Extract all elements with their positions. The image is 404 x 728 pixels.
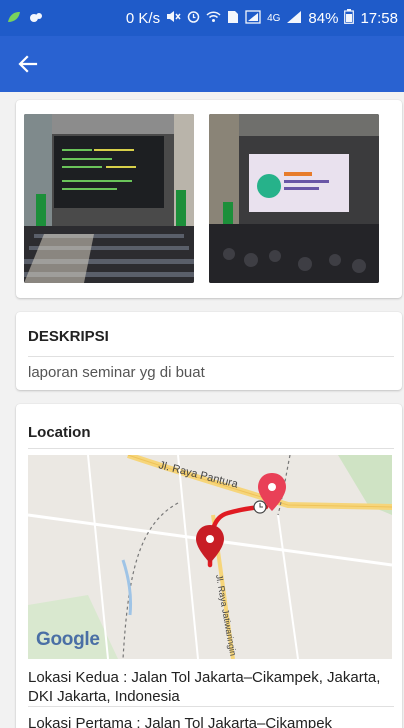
battery-icon	[344, 9, 355, 27]
google-logo: Google	[36, 629, 100, 650]
seminar-photo-2[interactable]	[209, 114, 379, 283]
arrow-left-icon	[18, 55, 38, 73]
location-card: Location Jl. Raya Pantura Jl. Raya Jatiw…	[16, 404, 402, 728]
divider	[28, 356, 394, 357]
divider	[28, 706, 394, 707]
sim-icon	[227, 10, 239, 27]
address-second-location: Lokasi Kedua : Jalan Tol Jakarta–Cikampe…	[28, 669, 381, 705]
description-text: laporan seminar yg di buat	[28, 364, 205, 381]
signal-alt-icon	[245, 9, 261, 27]
wifi-icon	[206, 10, 221, 26]
battery-percent: 84%	[308, 9, 339, 27]
clock-marker-icon	[253, 500, 267, 514]
description-title: DESKRIPSI	[28, 328, 109, 345]
photos-card	[16, 100, 402, 298]
location-map[interactable]: Jl. Raya Pantura Jl. Raya Jatiwaringin G…	[28, 455, 392, 659]
game-icon	[28, 10, 44, 27]
divider	[28, 448, 394, 449]
leaf-icon	[6, 10, 22, 27]
seminar-photo-1[interactable]	[24, 114, 194, 283]
network-type: 4G	[267, 12, 281, 24]
description-card: DESKRIPSI laporan seminar yg di buat	[16, 312, 402, 390]
address-first-location: Lokasi Pertama : Jalan Tol Jakarta–Cikam…	[28, 715, 333, 728]
mute-icon	[166, 10, 181, 26]
location-title: Location	[28, 424, 91, 441]
app-bar	[0, 36, 404, 92]
back-button[interactable]	[8, 44, 48, 84]
clock: 17:58	[360, 9, 398, 27]
network-speed: 0 K/s	[125, 9, 161, 27]
status-bar: 0 K/s 4G 84% 17:58	[0, 0, 404, 36]
alarm-icon	[187, 10, 200, 26]
signal-strength-icon	[286, 10, 302, 27]
